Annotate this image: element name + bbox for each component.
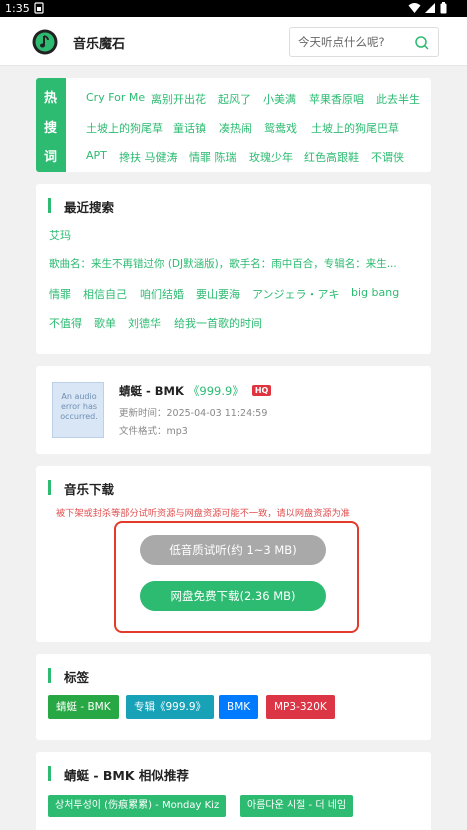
song-updated-time: 更新时间：2025-04-03 11:24:59 [119,408,268,419]
recent-search-item[interactable]: 刘德华 [128,315,161,331]
tags-title: 标签 [48,667,89,686]
search-icon[interactable] [414,35,430,51]
hot-tag[interactable]: 情罪 陈瑞 [189,149,237,165]
tag-album[interactable]: 专辑《999.9》 [126,695,215,719]
hot-tag[interactable]: 红色高跟鞋 [304,149,359,165]
battery-icon [440,2,447,14]
hot-tag[interactable]: Cry For Me [86,91,145,104]
music-download-panel: 音乐下载 被下架或封杀等部分试听资源与网盘资源可能不一致，请以网盘资源为准 低音… [36,466,431,642]
hot-tag[interactable]: 苹果香原唱 [309,91,364,107]
recent-search-item[interactable]: big bang [351,286,399,299]
hot-search-label: 热 搜 词 [36,78,66,172]
hq-badge: HQ [251,385,272,396]
hot-tag[interactable]: 童话镇 [173,120,206,136]
hot-tag[interactable]: APT [86,149,107,162]
similar-song-item[interactable]: 상처투성이 (伤痕累累) - Monday Kiz [48,795,227,817]
song-title: 蜻蜓 - BMK 《999.9》 HQ [119,383,272,399]
similar-song-item[interactable]: 아름다운 시절 - 더 네임 [240,795,354,817]
recent-search-item[interactable]: 咱们结婚 [140,286,184,302]
song-file-format: 文件格式：mp3 [119,426,188,437]
hot-tag[interactable]: 此去半生 [376,91,420,107]
hot-tag[interactable]: 搀扶 马健涛 [119,149,178,165]
recent-search-item[interactable]: 情罪 [49,286,71,302]
search-box [289,27,439,57]
audio-error-text: An audio error has occurred. [60,392,98,421]
recent-search-item[interactable]: 歌曲名：来生不再错过你 (DJ默涵版)，歌手名：雨中百合，专辑名：来生... [49,256,397,271]
site-title[interactable]: 音乐魔石 [73,33,125,52]
tags-panel: 标签 蜻蜓 - BMK 专辑《999.9》 BMK MP3-320K [36,654,431,740]
download-notice: 被下架或封杀等部分试听资源与网盘资源可能不一致，请以网盘资源为准 [56,508,350,519]
hot-tag[interactable]: 离别开出花 [151,91,206,107]
status-bar: 1:35 [0,0,467,17]
sim-card-icon [34,2,44,14]
hot-tag[interactable]: 玫瑰少年 [249,149,293,165]
wifi-icon [408,3,421,13]
recent-search-item[interactable]: 相信自己 [83,286,127,302]
hot-tag[interactable]: 小美满 [263,91,296,107]
tag-artist[interactable]: BMK [219,695,259,719]
hot-search-panel: 热 搜 词 Cry For Me 离别开出花 起风了 小美满 苹果香原唱 此去半… [36,78,431,172]
low-quality-preview-button[interactable]: 低音质试听(约 1~3 MB) [140,535,326,565]
tag-song[interactable]: 蜻蜓 - BMK [48,695,119,719]
hot-tag[interactable]: 凑热闹 [219,120,252,136]
hot-tag[interactable]: 土坡上的狗尾草 [86,120,163,136]
similar-title: 蜻蜓 - BMK 相似推荐 [48,765,189,784]
app-header: 音乐魔石 [0,17,467,66]
tag-quality[interactable]: MP3-320K [266,695,335,719]
netdisk-download-button[interactable]: 网盘免费下载(2.36 MB) [140,581,326,611]
recent-search-item[interactable]: 歌单 [94,315,116,331]
signal-icon [425,3,435,13]
audio-player-cover[interactable]: An audio error has occurred. [52,382,104,438]
hot-tag[interactable]: 鸳鸯戏 [264,120,297,136]
song-info-panel: An audio error has occurred. 蜻蜓 - BMK 《9… [36,366,431,454]
download-title: 音乐下载 [48,479,114,498]
similar-recommend-panel: 蜻蜓 - BMK 相似推荐 상처투성이 (伤痕累累) - Monday Kiz … [36,752,431,830]
search-input[interactable] [298,32,403,52]
recent-search-item[interactable]: 艾玛 [49,227,71,243]
recent-search-item[interactable]: アンジェラ・アキ [252,286,340,302]
hot-tag[interactable]: 土坡上的狗尾巴草 [311,120,399,136]
recent-search-item[interactable]: 要山要海 [196,286,240,302]
hot-tag[interactable]: 起风了 [218,91,251,107]
song-album: 《999.9》 [187,384,244,398]
status-time: 1:35 [5,2,30,15]
recent-search-title: 最近搜索 [48,197,114,216]
music-logo-icon[interactable] [32,29,58,55]
recent-search-panel: 最近搜索 艾玛 歌曲名：来生不再错过你 (DJ默涵版)，歌手名：雨中百合，专辑名… [36,184,431,354]
recent-search-item[interactable]: 给我一首歌的时间 [174,315,262,331]
hot-tag[interactable]: 不谓侠 [371,149,404,165]
recent-search-item[interactable]: 不值得 [49,315,82,331]
